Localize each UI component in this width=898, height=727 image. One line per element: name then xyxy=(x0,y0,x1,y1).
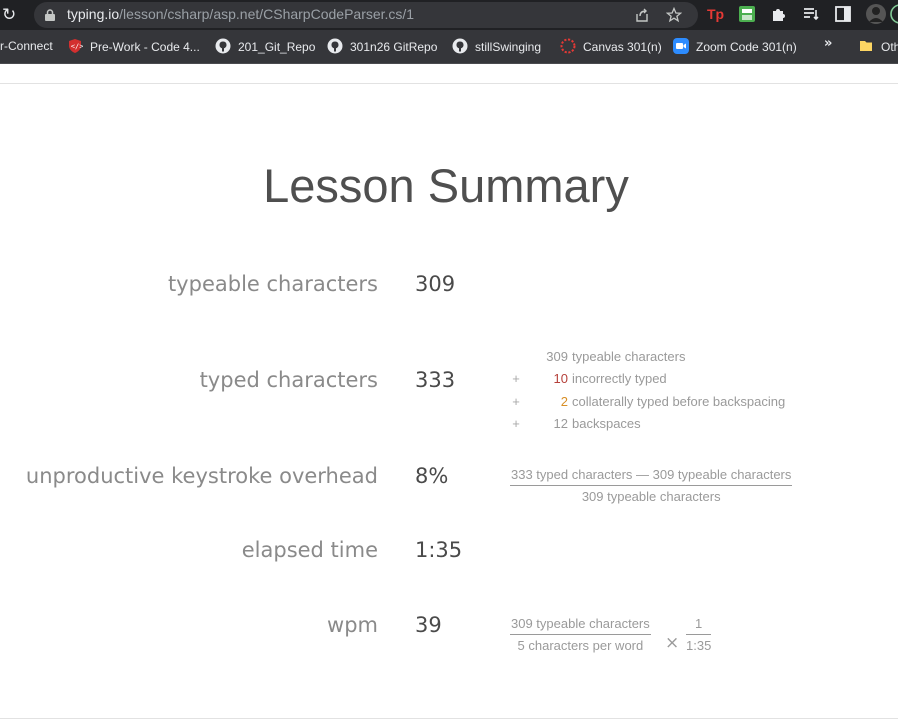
wpm-time-numerator: 1 xyxy=(686,616,712,635)
svg-text:</>: </> xyxy=(71,43,83,51)
bookmark-canvas-301n[interactable]: Canvas 301(n) xyxy=(560,38,662,56)
overhead-value: 8% xyxy=(415,464,449,488)
star-icon[interactable] xyxy=(666,7,682,23)
bookmarks-bar: r-Connect </> Pre-Work - Code 4... 201_G… xyxy=(0,30,898,64)
page-title: Lesson Summary xyxy=(263,159,629,212)
wpm-label: wpm xyxy=(327,613,378,637)
bookmark-zoom-code-301n[interactable]: Zoom Code 301(n) xyxy=(673,38,797,56)
lock-icon[interactable] xyxy=(45,9,55,21)
folder-icon xyxy=(860,41,872,51)
incorrectly-typed-count: 10 xyxy=(553,371,568,386)
profile-sync-indicator[interactable] xyxy=(889,3,898,25)
reload-icon[interactable]: ↻ xyxy=(2,5,20,25)
wpm-formula-denominator: 5 characters per word xyxy=(517,638,644,653)
wpm-formula-numerator: 309 typeable characters xyxy=(510,616,651,635)
typing-pal-extension-icon[interactable]: Tp xyxy=(706,5,724,23)
bookmark-r-connect[interactable]: r-Connect xyxy=(0,38,53,56)
bookmark-pre-work[interactable]: </> Pre-Work - Code 4... xyxy=(67,38,200,56)
github-icon xyxy=(452,38,468,54)
wpm-value: 39 xyxy=(415,613,442,637)
code-shield-icon: </> xyxy=(69,39,83,53)
overhead-formula: 333 typed characters — 309 typeable char… xyxy=(510,467,793,504)
bookmark-201-git-repo[interactable]: 201_Git_Repo xyxy=(215,38,315,56)
overhead-label: unproductive keystroke overhead xyxy=(25,464,378,488)
svg-text:Tp: Tp xyxy=(707,6,724,22)
share-icon[interactable] xyxy=(634,7,650,23)
wpm-time-fraction: 1 1:35 xyxy=(686,616,712,653)
typeable-characters-value: 309 xyxy=(415,272,456,296)
bookmark-stillswinging[interactable]: stillSwinging xyxy=(452,38,541,56)
canvas-icon xyxy=(560,38,576,54)
typed-characters-value: 333 xyxy=(415,368,456,392)
side-panel-icon[interactable] xyxy=(834,5,852,23)
printer-extension-icon[interactable] xyxy=(738,5,756,23)
overhead-formula-denominator: 309 typeable characters xyxy=(581,489,721,504)
header-divider xyxy=(0,83,898,84)
elapsed-time-value: 1:35 xyxy=(415,538,463,562)
github-icon xyxy=(215,38,231,54)
typed-characters-label: typed characters xyxy=(199,368,378,392)
bookmark-301n26-gitrepo[interactable]: 301n26 GitRepo xyxy=(327,38,437,56)
elapsed-time-label: elapsed time xyxy=(241,538,378,562)
address-bar[interactable]: typing.io/lesson/csharp/asp.net/CSharpCo… xyxy=(34,2,698,28)
multiply-sign: × xyxy=(665,633,680,653)
reading-list-icon[interactable] xyxy=(802,5,820,23)
wpm-time-denominator: 1:35 xyxy=(686,638,712,653)
collateral-typed-count: 2 xyxy=(560,394,568,409)
zoom-icon xyxy=(673,38,689,54)
extensions-puzzle-icon[interactable] xyxy=(770,5,788,23)
url-text[interactable]: typing.io/lesson/csharp/asp.net/CSharpCo… xyxy=(67,6,414,22)
typeable-characters-label: typeable characters xyxy=(167,272,378,296)
bookmark-other-bookmarks[interactable]: Oth xyxy=(858,38,898,56)
browser-toolbar: ↻ typing.io/lesson/csharp/asp.net/CSharp… xyxy=(0,0,898,30)
wpm-formula-fraction: 309 typeable characters 5 characters per… xyxy=(510,616,651,653)
profile-avatar[interactable] xyxy=(865,3,887,25)
bookmarks-overflow-chevron-icon[interactable]: » xyxy=(824,36,832,51)
footer-divider xyxy=(0,718,898,719)
overhead-formula-numerator: 333 typed characters — 309 typeable char… xyxy=(510,467,793,486)
github-icon xyxy=(327,38,343,54)
